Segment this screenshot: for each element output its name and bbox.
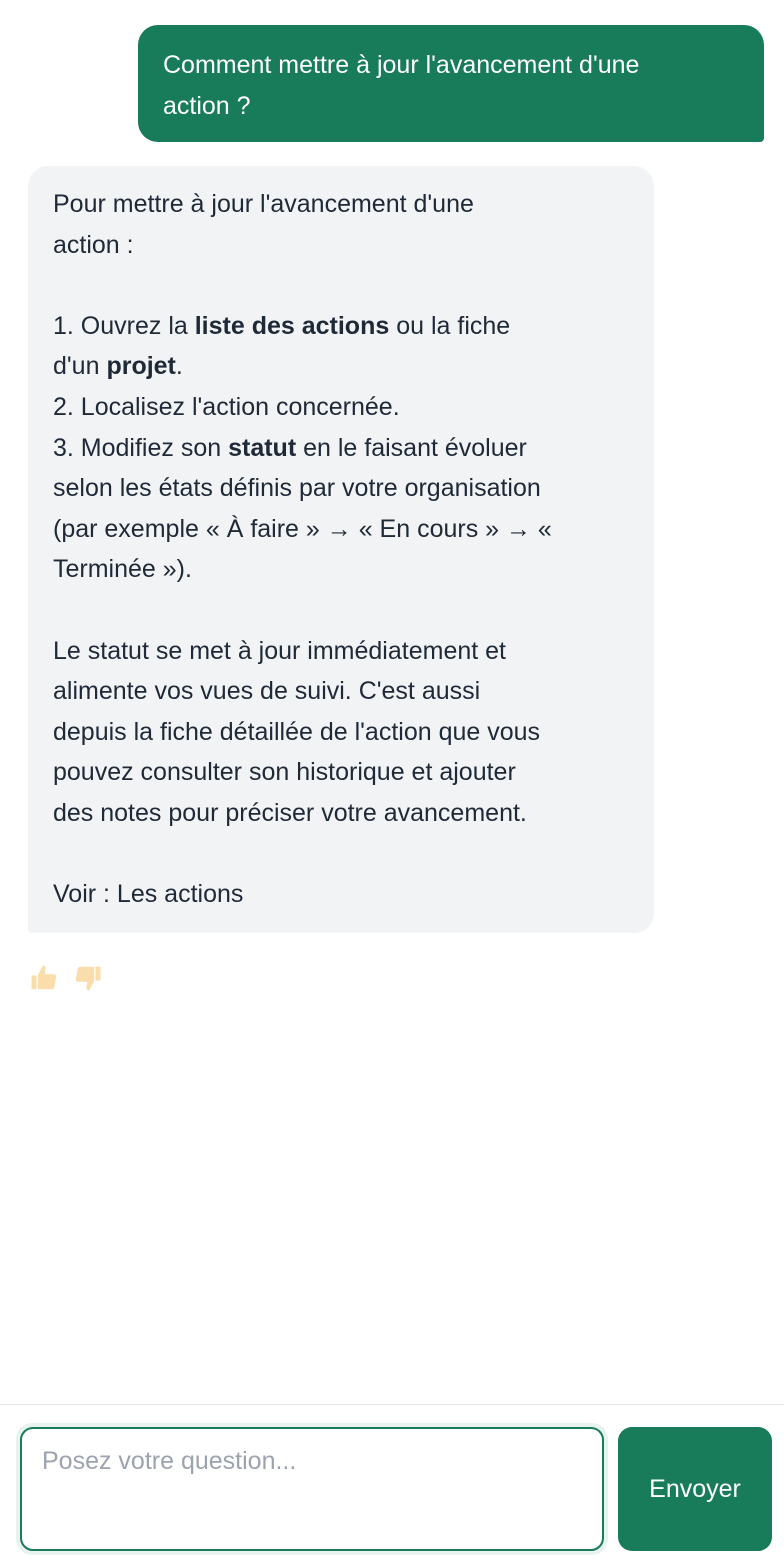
message-text: 3. Modifiez son — [53, 433, 229, 462]
user-message-line: action ? — [163, 92, 251, 120]
message-text: action : — [53, 230, 134, 259]
see-also-text: Voir : Les actions — [53, 880, 244, 909]
message-text: Le statut se met à jour immédiatement et — [53, 636, 506, 665]
message-text: depuis la fiche détaillée de l'action qu… — [53, 717, 541, 746]
message-text: . — [175, 352, 183, 381]
bold-text: statut — [228, 433, 297, 462]
user-message-line: Comment mettre à jour l'avancement d'une — [163, 51, 640, 79]
thumbs-down-button[interactable] — [72, 960, 104, 996]
assistant-message-bubble: Pour mettre à jour l'avancement d'une ac… — [28, 166, 654, 933]
question-input[interactable] — [20, 1427, 604, 1551]
chat-thread: Comment mettre à jour l'avancement d'une… — [0, 0, 784, 1404]
message-composer: Envoyer — [0, 1404, 784, 1562]
message-text: alimente vos vues de suivi. C'est aussi — [53, 677, 481, 706]
send-button[interactable]: Envoyer — [618, 1427, 772, 1551]
step-1-cont: d'un projet. — [53, 346, 629, 387]
message-text: pouvez consulter son historique et ajout… — [53, 758, 516, 787]
message-text: selon les états définis par votre organi… — [53, 474, 541, 503]
message-text: Terminée »). — [53, 555, 192, 584]
step-1: 1. Ouvrez la liste des actions ou la fic… — [53, 306, 629, 347]
message-text: 1. Ouvrez la — [53, 311, 195, 340]
thumbs-up-icon — [31, 965, 57, 990]
message-text: d'un — [53, 352, 107, 381]
feedback-bar — [28, 960, 104, 996]
user-message-bubble: Comment mettre à jour l'avancement d'une… — [138, 25, 764, 142]
message-text: des notes pour préciser votre avancement… — [53, 798, 527, 827]
question-input-wrapper — [16, 1423, 608, 1555]
bold-text: projet — [106, 352, 176, 381]
message-text: en le faisant évoluer — [296, 433, 527, 462]
thumbs-up-button[interactable] — [28, 960, 60, 996]
message-text: Pour mettre à jour l'avancement d'une — [53, 190, 474, 218]
message-text: (par exemple « À faire » → « En cours » … — [53, 514, 552, 543]
thumbs-down-icon — [75, 966, 101, 991]
step-2: 2. Localisez l'action concernée. — [53, 392, 400, 421]
message-text: ou la fiche — [389, 311, 511, 340]
step-3: 3. Modifiez son statut en le faisant évo… — [53, 428, 629, 469]
bold-text: liste des actions — [194, 311, 390, 340]
